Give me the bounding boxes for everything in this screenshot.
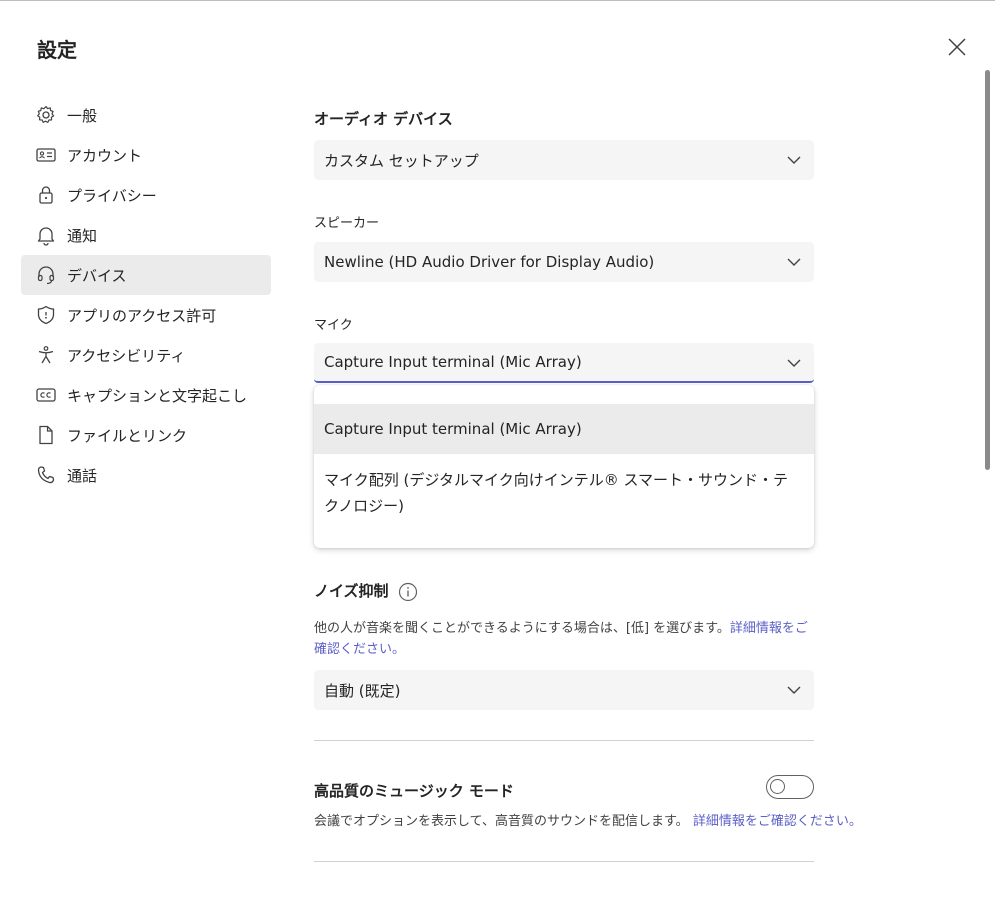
phone-icon xyxy=(35,464,57,486)
noise-suppression-dropdown[interactable]: 自動 (既定) xyxy=(314,670,814,710)
page-title: 設定 xyxy=(37,38,77,62)
sidebar-item-calls[interactable]: 通話 xyxy=(21,455,271,495)
divider xyxy=(314,861,814,862)
music-mode-toggle[interactable] xyxy=(766,775,814,799)
sidebar-item-label: デバイス xyxy=(67,266,127,285)
mic-dropdown-menu: Capture Input terminal (Mic Array) マイク配列… xyxy=(314,385,814,548)
menu-item-mic-option[interactable]: Capture Input terminal (Mic Array) xyxy=(314,404,814,454)
speaker-label: スピーカー xyxy=(314,216,380,231)
menu-item-mic-option[interactable]: マイク配列 (デジタルマイク向けインテル® スマート・サウンド・テクノロジー) xyxy=(314,467,814,519)
shield-icon xyxy=(35,304,57,326)
close-icon xyxy=(948,38,966,56)
bell-icon xyxy=(35,224,57,246)
dropdown-value: Newline (HD Audio Driver for Display Aud… xyxy=(324,253,655,271)
sidebar-item-captions[interactable]: キャプションと文字起こし xyxy=(21,375,271,415)
sidebar-item-privacy[interactable]: プライバシー xyxy=(21,175,271,215)
mic-dropdown[interactable]: Capture Input terminal (Mic Array) xyxy=(314,343,814,383)
sidebar-item-app-permissions[interactable]: アプリのアクセス許可 xyxy=(21,295,271,335)
sidebar-item-general[interactable]: 一般 xyxy=(21,95,271,135)
cc-icon xyxy=(35,384,57,406)
sidebar-item-files[interactable]: ファイルとリンク xyxy=(21,415,271,455)
audio-devices-title: オーディオ デバイス xyxy=(314,110,453,128)
noise-suppression-title: ノイズ抑制 xyxy=(314,582,389,600)
sidebar-item-label: 一般 xyxy=(67,106,98,125)
sidebar-item-label: アクセシビリティ xyxy=(67,346,186,365)
sidebar-item-label: プライバシー xyxy=(67,186,157,205)
sidebar-item-label: アカウント xyxy=(67,146,143,165)
chevron-down-icon xyxy=(787,156,801,164)
info-icon[interactable] xyxy=(398,582,418,602)
sidebar-item-notifications[interactable]: 通知 xyxy=(21,215,271,255)
sidebar-item-label: キャプションと文字起こし xyxy=(67,386,248,405)
dropdown-value: Capture Input terminal (Mic Array) xyxy=(324,353,582,371)
audio-device-dropdown[interactable]: カスタム セットアップ xyxy=(314,140,814,180)
dropdown-value: 自動 (既定) xyxy=(324,681,401,700)
id-card-icon xyxy=(35,144,57,166)
learn-more-link[interactable]: 詳細情報をご確認ください。 xyxy=(693,814,862,829)
description-text: 他の人が音楽を聞くことができるようにする場合は、[低] を選びます。 xyxy=(314,621,730,636)
divider xyxy=(314,740,814,741)
menu-item-label: Capture Input terminal (Mic Array) xyxy=(324,420,582,438)
speaker-dropdown[interactable]: Newline (HD Audio Driver for Display Aud… xyxy=(314,242,814,282)
music-mode-description: 会議でオプションを表示して、高音質のサウンドを配信します。 詳細情報をご確認くだ… xyxy=(314,811,874,832)
lock-icon xyxy=(35,184,57,206)
scrollbar[interactable] xyxy=(985,70,990,470)
sidebar-item-label: 通知 xyxy=(67,226,98,245)
music-mode-title: 高品質のミュージック モード xyxy=(314,782,514,800)
gear-icon xyxy=(35,104,57,126)
settings-sidebar: 一般 アカウント プライバシー 通知 デバイス アプリのアクセス許可 アクセシビ… xyxy=(21,95,271,495)
sidebar-item-accessibility[interactable]: アクセシビリティ xyxy=(21,335,271,375)
sidebar-item-label: アプリのアクセス許可 xyxy=(67,306,217,325)
toggle-knob xyxy=(770,779,785,794)
window-top-border xyxy=(0,0,995,1)
sidebar-item-label: ファイルとリンク xyxy=(67,426,188,445)
accessibility-icon xyxy=(35,344,57,366)
description-text: 会議でオプションを表示して、高音質のサウンドを配信します。 xyxy=(314,814,689,829)
sidebar-item-account[interactable]: アカウント xyxy=(21,135,271,175)
mic-label: マイク xyxy=(314,318,353,333)
chevron-down-icon xyxy=(787,359,801,367)
sidebar-item-label: 通話 xyxy=(67,466,98,485)
chevron-down-icon xyxy=(787,258,801,266)
noise-suppression-description: 他の人が音楽を聞くことができるようにする場合は、[低] を選びます。詳細情報をご… xyxy=(314,618,814,660)
menu-item-label: マイク配列 (デジタルマイク向けインテル® スマート・サウンド・テクノロジー) xyxy=(324,471,789,515)
chevron-down-icon xyxy=(787,686,801,694)
headset-icon xyxy=(35,264,57,286)
dropdown-value: カスタム セットアップ xyxy=(324,151,479,170)
sidebar-item-devices[interactable]: デバイス xyxy=(21,255,271,295)
close-button[interactable] xyxy=(944,34,970,60)
document-icon xyxy=(35,424,57,446)
